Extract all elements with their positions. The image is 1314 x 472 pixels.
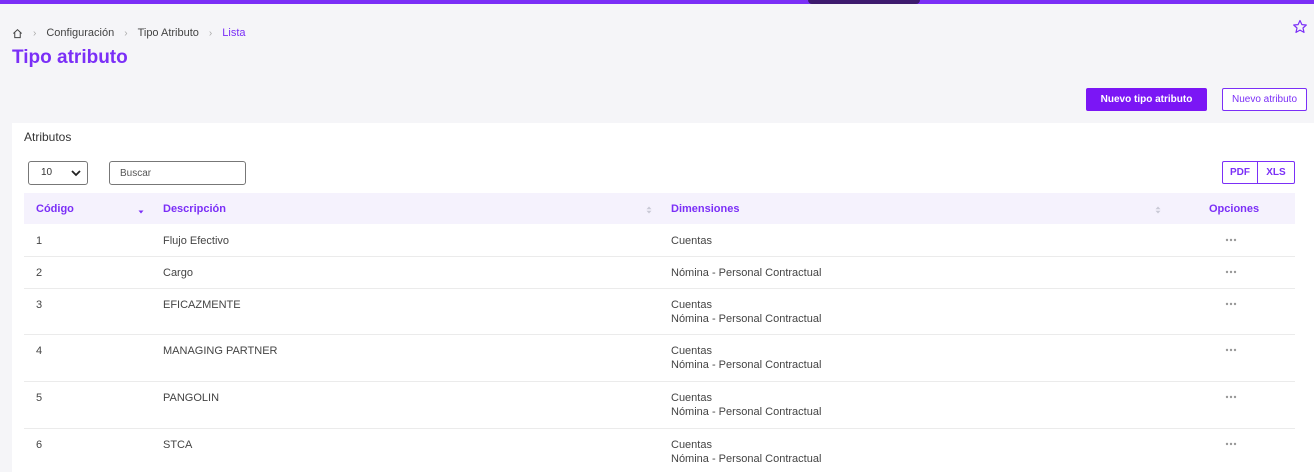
more-horizontal-icon[interactable]	[1225, 348, 1237, 352]
column-header-descripcion[interactable]: Descripción	[163, 203, 226, 215]
cell-description: STCA	[163, 439, 193, 451]
cell-dimension: Cuentas	[671, 392, 712, 404]
cell-dimension: Cuentas	[671, 235, 712, 247]
sort-icon[interactable]	[646, 206, 652, 214]
cell-code: 1	[36, 235, 43, 247]
card-title: Atributos	[24, 130, 72, 144]
cell-dimension: Nómina - Personal Contractual	[671, 453, 822, 465]
chevron-right-icon: ›	[208, 27, 213, 39]
attributes-card: Atributos 10 PDF XLS Código Descripción …	[12, 123, 1314, 472]
search-input[interactable]	[109, 161, 246, 185]
page-size-select[interactable]: 10	[28, 161, 88, 185]
breadcrumb-item-configuracion[interactable]: Configuración	[46, 27, 114, 39]
sort-desc-icon[interactable]	[138, 206, 144, 214]
cell-description: Cargo	[163, 267, 193, 279]
breadcrumb: › Configuración › Tipo Atributo › Lista	[12, 26, 246, 40]
cell-dimension: Cuentas	[671, 299, 712, 311]
table-row: 6 STCA Cuentas Nómina - Personal Contrac…	[24, 429, 1295, 472]
column-header-dimensiones[interactable]: Dimensiones	[671, 203, 739, 215]
home-icon[interactable]	[12, 28, 23, 39]
star-icon[interactable]	[1292, 19, 1308, 35]
cell-description: EFICAZMENTE	[163, 299, 241, 311]
column-header-opciones: Opciones	[1209, 203, 1260, 215]
sort-icon[interactable]	[1155, 206, 1161, 214]
table-header: Código Descripción Dimensiones Opciones	[24, 193, 1295, 224]
page-title: Tipo atributo	[12, 47, 128, 68]
more-horizontal-icon[interactable]	[1225, 442, 1237, 446]
table-row: 3 EFICAZMENTE Cuentas Nómina - Personal …	[24, 289, 1295, 335]
cell-dimension: Nómina - Personal Contractual	[671, 267, 822, 279]
new-attribute-button[interactable]: Nuevo atributo	[1222, 88, 1307, 111]
export-xls-button[interactable]: XLS	[1258, 161, 1295, 184]
new-attribute-type-button[interactable]: Nuevo tipo atributo	[1086, 88, 1207, 111]
cell-code: 6	[36, 439, 43, 451]
page-size-value: 10	[41, 167, 53, 178]
table-row: 5 PANGOLIN Cuentas Nómina - Personal Con…	[24, 382, 1295, 429]
table-row: 2 Cargo Nómina - Personal Contractual	[24, 257, 1295, 289]
cell-code: 3	[36, 299, 43, 311]
top-bar-handle	[808, 0, 920, 4]
cell-code: 5	[36, 392, 43, 404]
cell-dimension: Cuentas	[671, 345, 712, 357]
cell-dimension: Cuentas	[671, 439, 712, 451]
more-horizontal-icon[interactable]	[1225, 238, 1237, 242]
breadcrumb-item-tipo-atributo[interactable]: Tipo Atributo	[138, 27, 199, 39]
table-row: 1 Flujo Efectivo Cuentas	[24, 225, 1295, 257]
cell-dimension: Nómina - Personal Contractual	[671, 313, 822, 325]
more-horizontal-icon[interactable]	[1225, 395, 1237, 399]
chevron-right-icon: ›	[124, 27, 128, 39]
top-accent-bar	[0, 0, 1314, 4]
breadcrumb-current: Lista	[222, 27, 246, 39]
cell-code: 4	[36, 345, 43, 357]
more-horizontal-icon[interactable]	[1225, 270, 1237, 274]
chevron-down-icon	[71, 170, 81, 177]
export-pdf-button[interactable]: PDF	[1222, 161, 1258, 184]
cell-description: PANGOLIN	[163, 392, 220, 404]
cell-code: 2	[36, 267, 43, 279]
cell-dimension: Nómina - Personal Contractual	[671, 359, 822, 371]
cell-description: MANAGING PARTNER	[163, 345, 278, 357]
column-header-codigo[interactable]: Código	[36, 203, 74, 215]
more-horizontal-icon[interactable]	[1225, 302, 1237, 306]
cell-description: Flujo Efectivo	[163, 235, 230, 247]
chevron-right-icon: ›	[33, 27, 37, 39]
table-row: 4 MANAGING PARTNER Cuentas Nómina - Pers…	[24, 335, 1295, 382]
cell-dimension: Nómina - Personal Contractual	[671, 406, 822, 418]
